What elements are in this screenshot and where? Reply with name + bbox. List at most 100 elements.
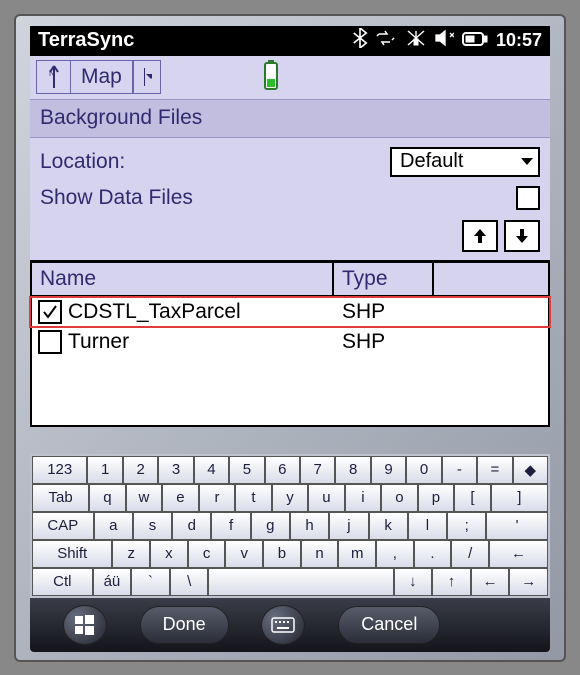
key[interactable]: ` bbox=[131, 568, 170, 596]
key[interactable]: 4 bbox=[194, 456, 229, 484]
clock-time[interactable]: 10:57 bbox=[496, 30, 542, 51]
row-name: Turner bbox=[68, 330, 129, 354]
key[interactable]: w bbox=[126, 484, 163, 512]
key[interactable]: v bbox=[225, 540, 263, 568]
key[interactable]: g bbox=[251, 512, 290, 540]
key[interactable]: 9 bbox=[371, 456, 406, 484]
key[interactable]: t bbox=[235, 484, 272, 512]
key-123[interactable]: 123 bbox=[32, 456, 87, 484]
key-tab[interactable]: Tab bbox=[32, 484, 89, 512]
key[interactable]: s bbox=[133, 512, 172, 540]
soft-key-bar: Done Cancel bbox=[30, 598, 550, 652]
battery-main-icon bbox=[462, 30, 488, 51]
show-data-files-label: Show Data Files bbox=[40, 186, 193, 210]
key[interactable]: ] bbox=[491, 484, 548, 512]
key[interactable]: d bbox=[172, 512, 211, 540]
map-dropdown-button[interactable] bbox=[133, 60, 161, 94]
key[interactable]: o bbox=[381, 484, 418, 512]
key[interactable]: p bbox=[418, 484, 455, 512]
key[interactable]: . bbox=[414, 540, 452, 568]
key-right[interactable]: → bbox=[509, 568, 548, 596]
key[interactable]: r bbox=[199, 484, 236, 512]
location-select[interactable]: Default bbox=[390, 147, 540, 177]
col-type[interactable]: Type bbox=[334, 263, 434, 295]
key-up[interactable]: ↑ bbox=[432, 568, 471, 596]
key[interactable]: 0 bbox=[406, 456, 441, 484]
status-icons: 10:57 bbox=[352, 28, 542, 53]
row-checkbox[interactable] bbox=[38, 330, 62, 354]
key[interactable]: ; bbox=[447, 512, 486, 540]
keyboard-toggle-button[interactable] bbox=[261, 605, 305, 645]
key[interactable]: u bbox=[308, 484, 345, 512]
cancel-button[interactable]: Cancel bbox=[338, 606, 440, 644]
section-title: Background Files bbox=[30, 100, 550, 138]
key-caps[interactable]: CAP bbox=[32, 512, 94, 540]
key[interactable]: x bbox=[150, 540, 188, 568]
key[interactable]: y bbox=[272, 484, 309, 512]
signal-icon bbox=[406, 29, 426, 52]
key-intl[interactable]: áü bbox=[93, 568, 132, 596]
key-backspace[interactable]: ◆ bbox=[513, 456, 548, 484]
move-up-button[interactable] bbox=[462, 220, 498, 252]
location-value: Default bbox=[400, 150, 463, 173]
key-left[interactable]: ← bbox=[471, 568, 510, 596]
key[interactable]: h bbox=[290, 512, 329, 540]
key[interactable]: 1 bbox=[87, 456, 122, 484]
row-type: SHP bbox=[336, 327, 436, 357]
key[interactable]: e bbox=[162, 484, 199, 512]
key[interactable]: \ bbox=[170, 568, 209, 596]
key-space[interactable] bbox=[208, 568, 393, 596]
file-table: Name Type CDSTL_TaxParcel SHP Turner SHP bbox=[30, 260, 550, 357]
table-row[interactable]: Turner SHP bbox=[30, 327, 550, 357]
svg-text:N: N bbox=[49, 69, 55, 78]
key[interactable]: 6 bbox=[265, 456, 300, 484]
key[interactable]: , bbox=[376, 540, 414, 568]
key-ctrl[interactable]: Ctl bbox=[32, 568, 93, 596]
on-screen-keyboard: 123 1 2 3 4 5 6 7 8 9 0 - = ◆ Tab q w e … bbox=[30, 454, 550, 598]
key[interactable]: n bbox=[301, 540, 339, 568]
key[interactable]: b bbox=[263, 540, 301, 568]
key[interactable]: 2 bbox=[123, 456, 158, 484]
move-down-button[interactable] bbox=[504, 220, 540, 252]
app-title: TerraSync bbox=[38, 29, 134, 52]
volume-icon bbox=[434, 29, 454, 52]
key[interactable]: f bbox=[211, 512, 250, 540]
key[interactable]: 8 bbox=[335, 456, 370, 484]
table-row[interactable]: CDSTL_TaxParcel SHP bbox=[30, 297, 550, 327]
key[interactable]: = bbox=[477, 456, 512, 484]
map-menu-label: Map bbox=[81, 65, 122, 89]
done-button[interactable]: Done bbox=[140, 606, 229, 644]
key[interactable]: 5 bbox=[229, 456, 264, 484]
key-enter[interactable]: ← bbox=[489, 540, 548, 568]
toolbar: N Map bbox=[30, 56, 550, 100]
north-arrow-button[interactable]: N bbox=[36, 60, 70, 94]
map-menu-button[interactable]: Map bbox=[70, 60, 133, 94]
row-checkbox[interactable] bbox=[38, 300, 62, 324]
col-name[interactable]: Name bbox=[30, 263, 334, 295]
key[interactable]: z bbox=[112, 540, 150, 568]
chevron-down-icon bbox=[520, 157, 534, 167]
keyboard-icon bbox=[271, 617, 295, 633]
device-frame: TerraSync 10:57 N Map Background Files L… bbox=[14, 14, 566, 662]
key[interactable]: 3 bbox=[158, 456, 193, 484]
status-bar: TerraSync 10:57 bbox=[30, 26, 550, 56]
key[interactable]: k bbox=[369, 512, 408, 540]
key[interactable]: 7 bbox=[300, 456, 335, 484]
key[interactable]: q bbox=[89, 484, 126, 512]
key[interactable]: m bbox=[338, 540, 376, 568]
key[interactable]: [ bbox=[454, 484, 491, 512]
key[interactable]: c bbox=[188, 540, 226, 568]
key-shift[interactable]: Shift bbox=[32, 540, 112, 568]
row-type: SHP bbox=[336, 297, 436, 327]
key-down[interactable]: ↓ bbox=[394, 568, 433, 596]
start-button[interactable] bbox=[63, 605, 107, 645]
key[interactable]: a bbox=[94, 512, 133, 540]
key[interactable]: / bbox=[451, 540, 489, 568]
show-data-files-checkbox[interactable] bbox=[516, 186, 540, 210]
key[interactable]: l bbox=[408, 512, 447, 540]
key[interactable]: ' bbox=[486, 512, 548, 540]
key[interactable]: - bbox=[442, 456, 477, 484]
windows-icon bbox=[73, 613, 97, 637]
key[interactable]: j bbox=[329, 512, 368, 540]
key[interactable]: i bbox=[345, 484, 382, 512]
